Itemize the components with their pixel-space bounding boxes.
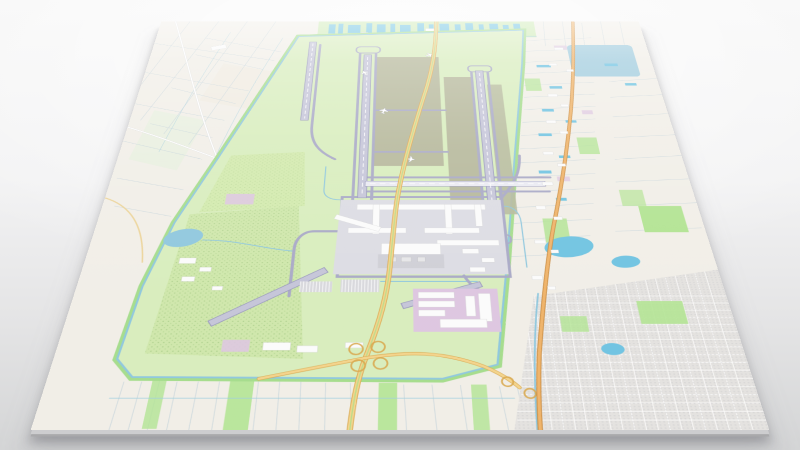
map-plane[interactable]: [31, 22, 770, 430]
map-render: [31, 22, 770, 430]
studio-backdrop: [0, 0, 800, 450]
distance-haze: [31, 22, 770, 430]
map-3d-scene[interactable]: [0, 0, 800, 450]
